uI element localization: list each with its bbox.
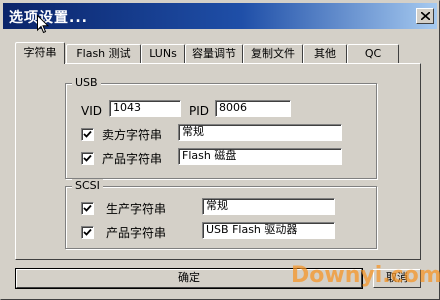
checkmark-icon bbox=[83, 130, 92, 138]
tab-capacity[interactable]: 容量调节 bbox=[185, 44, 243, 63]
usb-group: USB VID 1043 PID 8006 卖方字符串 常规 产品字符串 Fla… bbox=[65, 76, 377, 179]
checkmark-icon bbox=[83, 204, 92, 212]
scsi-product-string-checkbox[interactable] bbox=[81, 226, 94, 239]
scsi-group: SCSI 生产字符串 常规 产品字符串 USB Flash 驱动器 bbox=[65, 179, 377, 249]
tab-other[interactable]: 其他 bbox=[303, 44, 347, 63]
vid-field[interactable]: 1043 bbox=[109, 100, 181, 117]
vendor-string-checkbox[interactable] bbox=[81, 128, 94, 141]
usb-group-legend: USB bbox=[72, 76, 101, 89]
scsi-group-legend: SCSI bbox=[72, 179, 103, 192]
site-watermark: Downyi.com bbox=[291, 263, 440, 288]
usb-product-string-checkbox[interactable] bbox=[81, 152, 94, 165]
title-bar[interactable]: 选项设置... bbox=[3, 3, 437, 29]
tab-strings[interactable]: 字符串 bbox=[15, 42, 65, 64]
mouse-cursor-icon bbox=[37, 15, 49, 34]
usb-product-string-field[interactable]: Flash 磁盘 bbox=[178, 148, 342, 165]
close-icon bbox=[421, 12, 430, 20]
checkmark-icon bbox=[83, 228, 92, 236]
vendor-string-label: 卖方字符串 bbox=[102, 128, 163, 142]
manufacturer-string-label: 生产字符串 bbox=[106, 202, 167, 216]
pid-field[interactable]: 8006 bbox=[215, 100, 291, 117]
dialog-window: 选项设置... 字符串 Flash 测试 LUNs 容量调节 复制文件 其他 Q… bbox=[0, 0, 440, 300]
close-button[interactable] bbox=[416, 8, 434, 24]
tab-copy-files[interactable]: 复制文件 bbox=[243, 44, 303, 63]
vendor-string-field[interactable]: 常规 bbox=[178, 124, 342, 141]
tab-luns[interactable]: LUNs bbox=[141, 44, 185, 63]
tab-flash-test[interactable]: Flash 测试 bbox=[66, 44, 141, 63]
manufacturer-string-checkbox[interactable] bbox=[81, 202, 94, 215]
usb-product-string-label: 产品字符串 bbox=[102, 152, 163, 166]
tab-qc[interactable]: QC bbox=[347, 44, 399, 63]
scsi-product-string-field[interactable]: USB Flash 驱动器 bbox=[202, 222, 335, 239]
checkmark-icon bbox=[83, 154, 92, 162]
manufacturer-string-field[interactable]: 常规 bbox=[202, 198, 335, 215]
pid-label: PID bbox=[189, 104, 210, 118]
vid-label: VID bbox=[81, 104, 102, 118]
tab-panel-strings: USB VID 1043 PID 8006 卖方字符串 常规 产品字符串 Fla… bbox=[15, 63, 421, 260]
scsi-product-string-label: 产品字符串 bbox=[106, 226, 167, 240]
